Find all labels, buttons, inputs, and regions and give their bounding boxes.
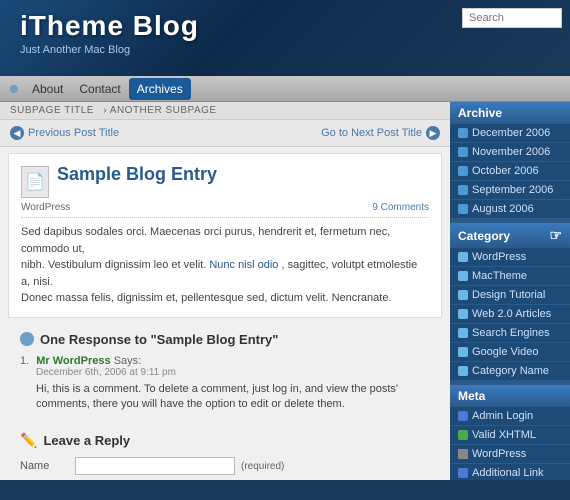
site-tagline: Just Another Mac Blog bbox=[20, 44, 550, 56]
search-input[interactable] bbox=[462, 8, 562, 28]
check-icon bbox=[458, 430, 468, 440]
wordpress-icon bbox=[458, 449, 468, 459]
sidebar-item-nov2006[interactable]: November 2006 bbox=[450, 143, 570, 162]
breadcrumb-part-1: SUBPAGE TITLE bbox=[10, 105, 94, 116]
folder-icon bbox=[458, 366, 468, 376]
post-body: Sed dapibus sodales orci. Maecenas orci … bbox=[21, 224, 429, 307]
name-input[interactable] bbox=[75, 457, 235, 475]
post-body-line1: Sed dapibus sodales orci. Maecenas orci … bbox=[21, 226, 390, 255]
category-section-title: Category ☞ bbox=[450, 223, 570, 248]
folder-icon bbox=[458, 328, 468, 338]
breadcrumb-part-2: ANOTHER SUBPAGE bbox=[110, 105, 217, 116]
sidebar-item-dec2006[interactable]: December 2006 bbox=[450, 124, 570, 143]
main-nav: About Contact Archives bbox=[0, 76, 570, 102]
page-header: iTheme Blog Just Another Mac Blog bbox=[0, 0, 570, 76]
meta-title: Meta bbox=[458, 389, 485, 403]
post-comments-count[interactable]: 9 Comments bbox=[372, 202, 429, 213]
breadcrumb: SUBPAGE TITLE › ANOTHER SUBPAGE bbox=[0, 102, 450, 120]
name-label: Name bbox=[20, 460, 75, 472]
sidebar-item-search[interactable]: Search Engines bbox=[450, 324, 570, 343]
post-body-line2: nibh. Vestibulum dignissim leo et velit. bbox=[21, 259, 206, 271]
hand-icon: ☞ bbox=[549, 227, 562, 244]
reply-header: ✏️ Leave a Reply bbox=[20, 432, 430, 449]
form-row-name: Name (required) bbox=[20, 457, 430, 475]
sidebar: Archive December 2006 November 2006 Octo… bbox=[450, 102, 570, 480]
post-document-icon: 📄 bbox=[21, 166, 49, 198]
post-meta: WordPress 9 Comments bbox=[21, 202, 429, 218]
calendar-icon bbox=[458, 185, 468, 195]
sidebar-item-sep2006[interactable]: September 2006 bbox=[450, 181, 570, 200]
sidebar-item-admin[interactable]: Admin Login bbox=[450, 407, 570, 426]
comment-date: December 6th, 2006 at 9:11 pm bbox=[36, 367, 430, 378]
main-layout: SUBPAGE TITLE › ANOTHER SUBPAGE ◀ Previo… bbox=[0, 102, 570, 480]
calendar-icon bbox=[458, 166, 468, 176]
comment-item: 1. Mr WordPress Says: December 6th, 2006… bbox=[20, 355, 430, 413]
folder-icon bbox=[458, 347, 468, 357]
calendar-icon bbox=[458, 204, 468, 214]
post-title: Sample Blog Entry bbox=[57, 164, 217, 185]
sidebar-meta-section: Meta Admin Login Valid XHTML WordPress A… bbox=[450, 385, 570, 480]
sidebar-category-section: Category ☞ WordPress MacTheme Design Tut… bbox=[450, 223, 570, 381]
comment-author[interactable]: Mr WordPress bbox=[36, 355, 110, 367]
nav-item-contact[interactable]: Contact bbox=[71, 78, 128, 100]
comment-says: Says: bbox=[114, 355, 142, 367]
name-required: (required) bbox=[241, 461, 284, 472]
calendar-icon bbox=[458, 128, 468, 138]
nav-item-archives[interactable]: Archives bbox=[129, 78, 191, 100]
doc-icon bbox=[458, 411, 468, 421]
post-navigation: ◀ Previous Post Title Go to Next Post Ti… bbox=[0, 120, 450, 147]
meta-section-title: Meta bbox=[450, 385, 570, 407]
comment-number: 1. bbox=[20, 355, 29, 367]
calendar-icon bbox=[458, 147, 468, 157]
next-arrow-icon: ▶ bbox=[426, 126, 440, 140]
folder-icon bbox=[458, 309, 468, 319]
comments-icon bbox=[20, 332, 34, 346]
nav-bullet-icon bbox=[10, 85, 18, 93]
post-body-line4: Donec massa felis, dignissim et, pellent… bbox=[21, 292, 392, 304]
prev-post-label: Previous Post Title bbox=[28, 127, 119, 139]
sidebar-item-wordpress[interactable]: WordPress bbox=[450, 248, 570, 267]
archive-section-title: Archive bbox=[450, 102, 570, 124]
comments-header: One Response to "Sample Blog Entry" bbox=[20, 332, 430, 347]
sidebar-item-aug2006[interactable]: August 2006 bbox=[450, 200, 570, 219]
reply-header-text: Leave a Reply bbox=[43, 433, 130, 448]
post-body-link[interactable]: Nunc nisl odio bbox=[209, 259, 278, 271]
sidebar-item-google-video[interactable]: Google Video bbox=[450, 343, 570, 362]
sidebar-item-category-name[interactable]: Category Name bbox=[450, 362, 570, 381]
sidebar-item-wp[interactable]: WordPress bbox=[450, 445, 570, 464]
reply-section: ✏️ Leave a Reply Name (required) Mail (r… bbox=[8, 426, 442, 480]
post-category: WordPress bbox=[21, 202, 70, 213]
folder-icon bbox=[458, 271, 468, 281]
sidebar-item-additional[interactable]: Additional Link bbox=[450, 464, 570, 480]
comments-header-text: One Response to "Sample Blog Entry" bbox=[40, 332, 278, 347]
content-area: SUBPAGE TITLE › ANOTHER SUBPAGE ◀ Previo… bbox=[0, 102, 450, 480]
category-title: Category bbox=[458, 229, 510, 243]
doc-icon bbox=[458, 468, 468, 478]
sidebar-item-oct2006[interactable]: October 2006 bbox=[450, 162, 570, 181]
folder-icon bbox=[458, 252, 468, 262]
comment-text: Hi, this is a comment. To delete a comme… bbox=[36, 382, 430, 413]
prev-arrow-icon: ◀ bbox=[10, 126, 24, 140]
nav-item-about[interactable]: About bbox=[24, 78, 71, 100]
pencil-icon: ✏️ bbox=[20, 432, 37, 449]
archive-title: Archive bbox=[458, 106, 502, 120]
next-post-link[interactable]: Go to Next Post Title ▶ bbox=[321, 126, 440, 140]
blog-post: 📄 Sample Blog Entry WordPress 9 Comments… bbox=[8, 153, 442, 318]
sidebar-item-xhtml[interactable]: Valid XHTML bbox=[450, 426, 570, 445]
next-post-label: Go to Next Post Title bbox=[321, 127, 422, 139]
comments-section: One Response to "Sample Blog Entry" 1. M… bbox=[8, 324, 442, 427]
sidebar-archive-section: Archive December 2006 November 2006 Octo… bbox=[450, 102, 570, 219]
sidebar-item-design[interactable]: Design Tutorial bbox=[450, 286, 570, 305]
sidebar-item-mactheme[interactable]: MacTheme bbox=[450, 267, 570, 286]
prev-post-link[interactable]: ◀ Previous Post Title bbox=[10, 126, 119, 140]
sidebar-item-web2[interactable]: Web 2.0 Articles bbox=[450, 305, 570, 324]
folder-icon bbox=[458, 290, 468, 300]
